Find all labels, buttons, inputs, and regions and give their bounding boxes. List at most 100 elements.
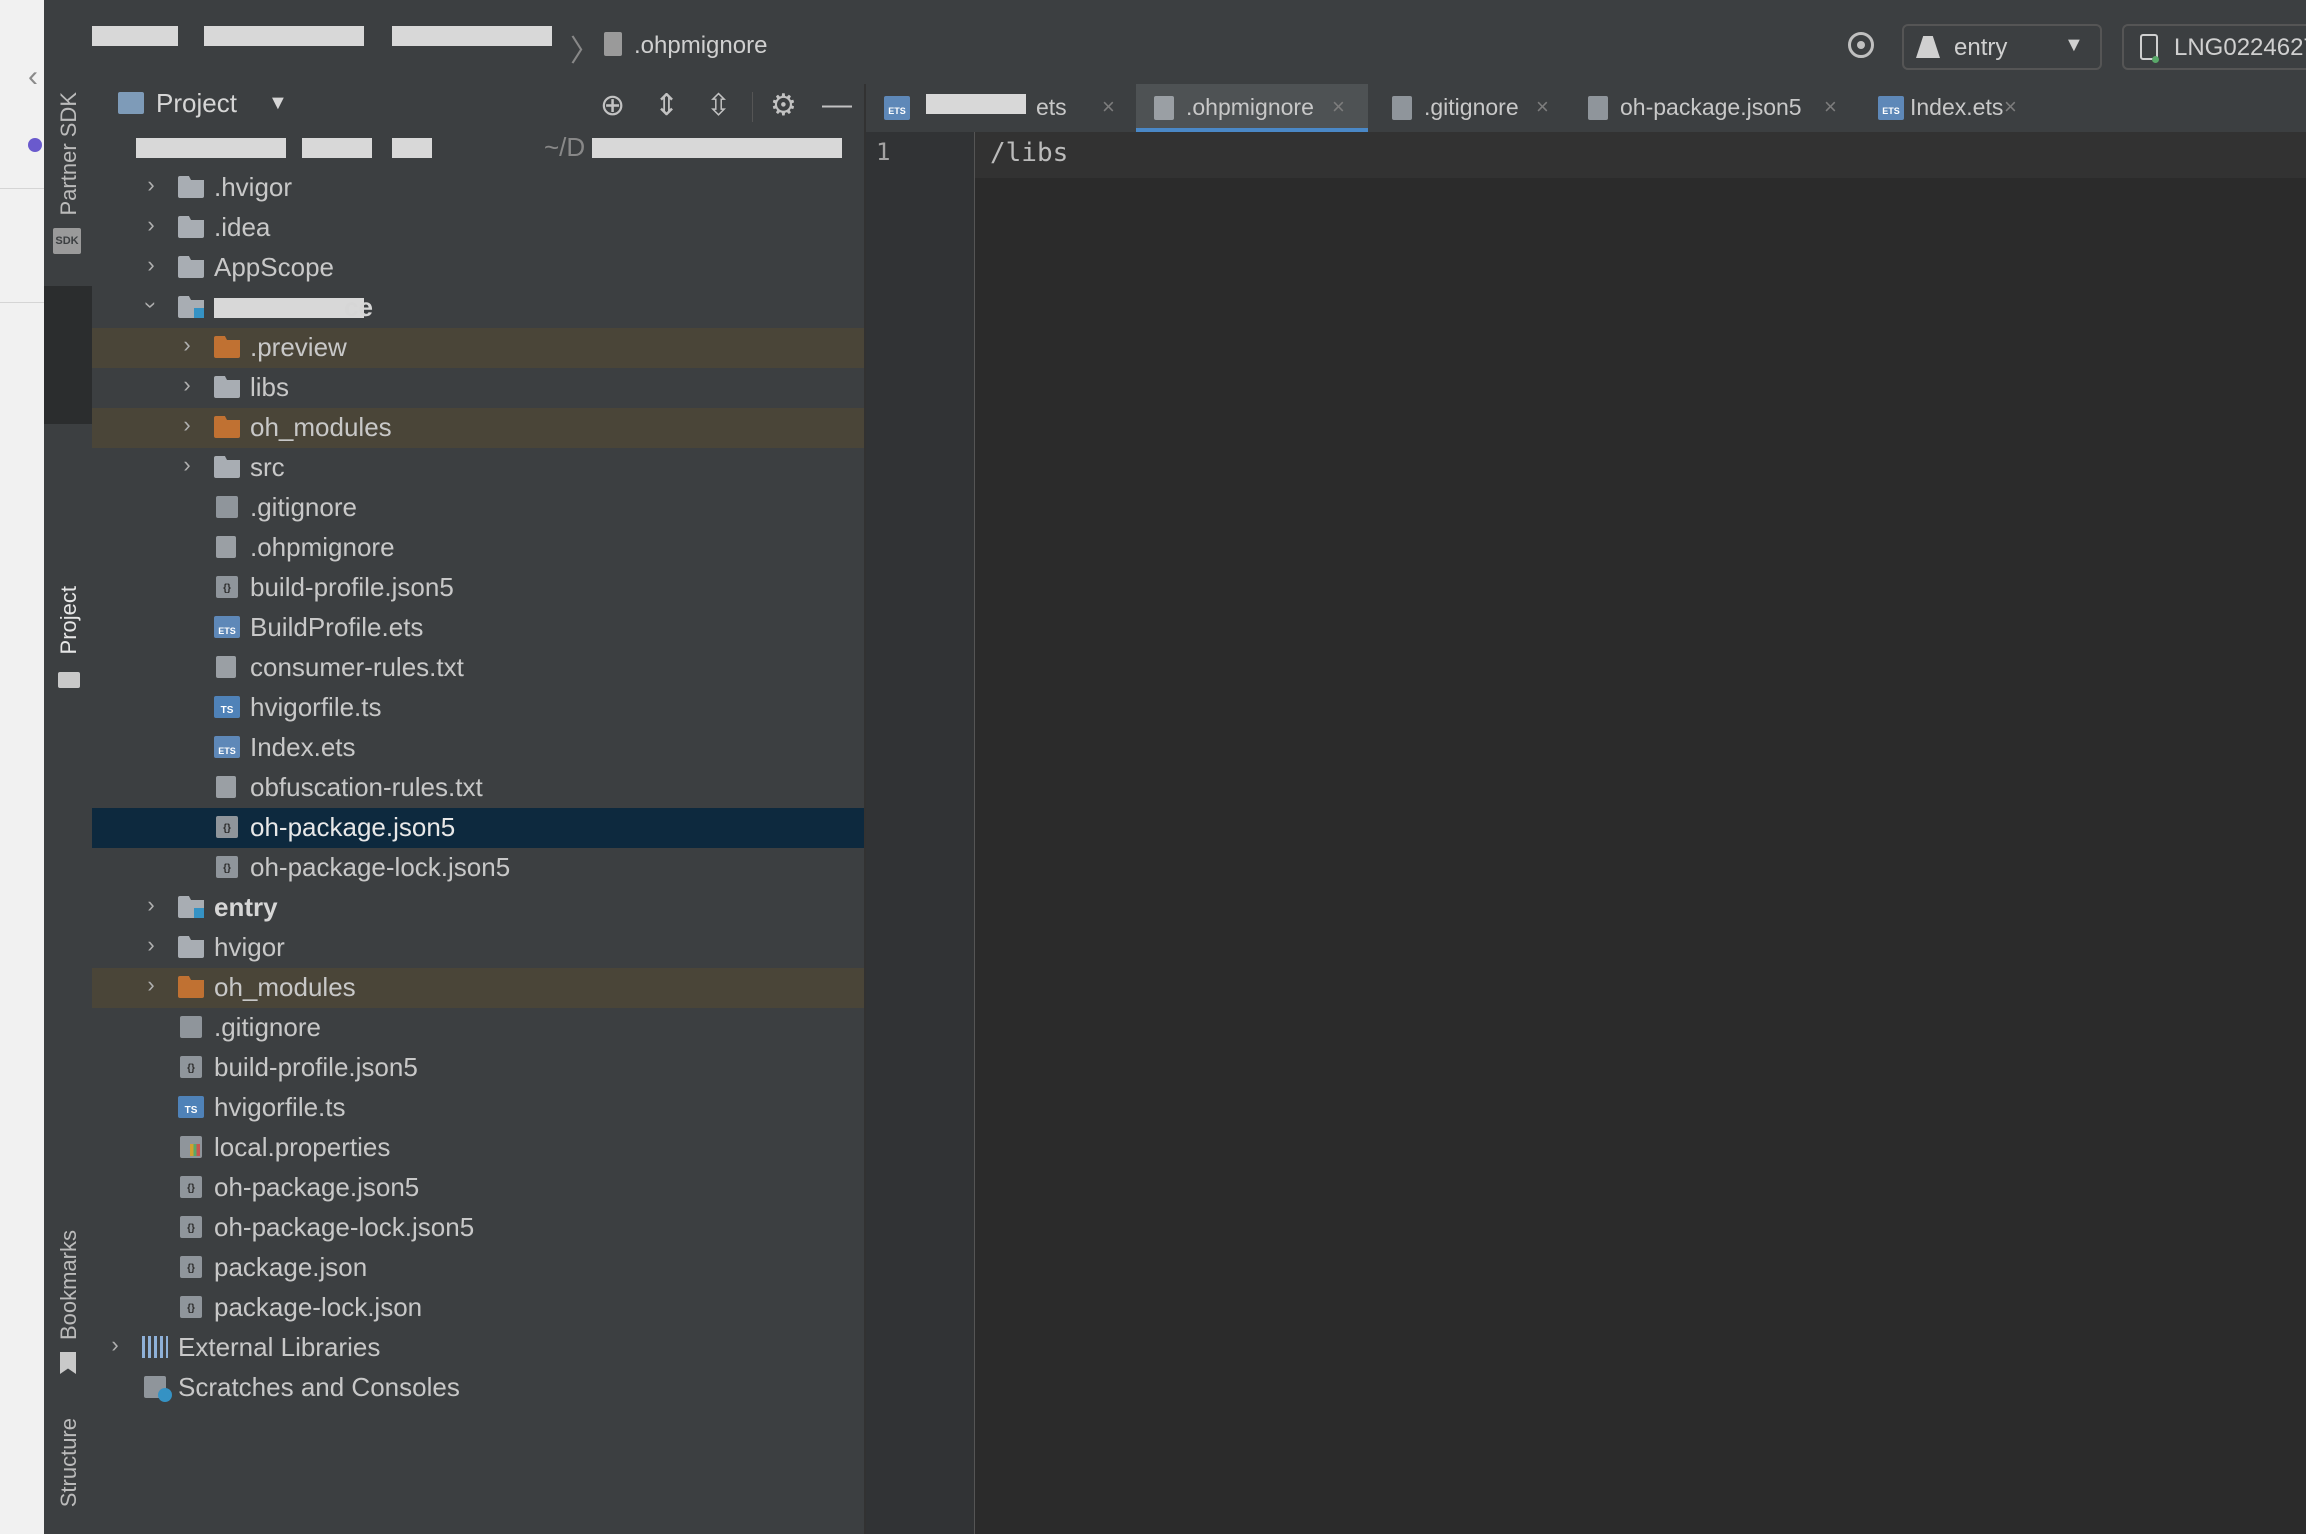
- structure-tool-button[interactable]: Structure: [56, 1418, 82, 1507]
- tree-item-entry[interactable]: › entry: [92, 888, 864, 928]
- tree-root-row[interactable]: ~/D: [92, 128, 864, 168]
- close-icon[interactable]: ×: [1536, 94, 1549, 120]
- tree-item-oh-package-lock-root[interactable]: {} oh-package-lock.json5: [92, 1208, 864, 1248]
- tab-label: .ohpmignore: [1186, 94, 1314, 120]
- tree-item-idea[interactable]: › .idea: [92, 208, 864, 248]
- breadcrumb-file[interactable]: .ohpmignore: [634, 32, 767, 60]
- close-icon[interactable]: ×: [1824, 94, 1837, 120]
- tree-item-preview[interactable]: › .preview: [92, 328, 864, 368]
- redacted-root-name: [302, 138, 372, 158]
- tab-gitignore[interactable]: .gitignore ×: [1374, 84, 1562, 132]
- tree-item-oh-package-root[interactable]: {} oh-package.json5: [92, 1168, 864, 1208]
- chevron-down-icon[interactable]: ›: [138, 296, 164, 314]
- chevron-right-icon[interactable]: ›: [142, 892, 160, 918]
- tree-item-hvigor[interactable]: › hvigor: [92, 928, 864, 968]
- tree-item-label: src: [250, 452, 285, 482]
- tree-item-gitignore[interactable]: .gitignore: [92, 488, 864, 528]
- tab-ohpmignore-active[interactable]: .ohpmignore ×: [1136, 84, 1368, 132]
- tree-item-hvigorfile[interactable]: TS hvigorfile.ts: [92, 688, 864, 728]
- panel-title[interactable]: Project: [156, 88, 237, 119]
- hide-icon[interactable]: —: [822, 88, 852, 122]
- bookmarks-tool-button[interactable]: Bookmarks: [56, 1230, 82, 1340]
- tree-item-label: entry: [214, 892, 278, 922]
- tab-ets-redacted[interactable]: ETS ets ×: [866, 84, 1128, 132]
- json-file-icon: {}: [180, 1176, 202, 1198]
- chevron-right-icon[interactable]: ›: [178, 412, 196, 438]
- tree-item-obfuscation-rules[interactable]: obfuscation-rules.txt: [92, 768, 864, 808]
- tree-item-oh-modules-root[interactable]: › oh_modules: [92, 968, 864, 1008]
- ets-file-icon: ETS: [214, 736, 240, 758]
- project-tool-tab[interactable]: Project: [44, 286, 92, 688]
- root-path-hint: ~/D: [544, 132, 586, 162]
- tree-item-ohpmignore[interactable]: .ohpmignore: [92, 528, 864, 568]
- partner-sdk-tool-button[interactable]: Partner SDK: [56, 92, 82, 216]
- chevron-right-icon[interactable]: ›: [142, 212, 160, 238]
- tree-item-local-properties[interactable]: local.properties: [92, 1128, 864, 1168]
- tree-item-label: hvigor: [214, 932, 285, 962]
- code-line[interactable]: /libs: [990, 138, 1068, 168]
- redacted-breadcrumb: [92, 26, 178, 46]
- tree-item-build-profile[interactable]: {} build-profile.json5: [92, 568, 864, 608]
- tree-item-hvigorfile-root[interactable]: TS hvigorfile.ts: [92, 1088, 864, 1128]
- chevron-right-icon[interactable]: ›: [178, 452, 196, 478]
- excluded-folder-icon: [214, 336, 240, 358]
- text-file-icon: [216, 656, 236, 678]
- tree-item-label: External Libraries: [178, 1332, 381, 1362]
- target-icon[interactable]: [1848, 32, 1874, 58]
- tree-item-label: package-lock.json: [214, 1292, 423, 1322]
- close-icon[interactable]: ×: [2004, 94, 2017, 120]
- device-selector[interactable]: LNG0224627005: [2122, 24, 2306, 70]
- chevron-right-icon[interactable]: ›: [142, 172, 160, 198]
- tree-item-package-lock[interactable]: {} package-lock.json: [92, 1288, 864, 1328]
- ts-file-icon: TS: [178, 1096, 204, 1118]
- chevron-down-icon[interactable]: ▼: [268, 92, 288, 115]
- tree-item-consumer-rules[interactable]: consumer-rules.txt: [92, 648, 864, 688]
- tree-item-label: oh-package.json5: [214, 1172, 420, 1202]
- run-configuration-dropdown[interactable]: entry ▼: [1902, 24, 2102, 70]
- tree-item-label: hvigorfile.ts: [214, 1092, 346, 1122]
- bookmark-icon[interactable]: [60, 1352, 76, 1374]
- tree-item-label: hvigorfile.ts: [250, 692, 382, 722]
- tree-item-oh-package-selected[interactable]: {} oh-package.json5: [92, 808, 864, 848]
- tree-item-libs[interactable]: › libs: [92, 368, 864, 408]
- tree-item-oh-modules[interactable]: › oh_modules: [92, 408, 864, 448]
- tree-item-buildprofile-ets[interactable]: ETS BuildProfile.ets: [92, 608, 864, 648]
- tree-item-label: ce: [344, 292, 373, 322]
- tree-item-module-expanded[interactable]: › ce: [92, 288, 864, 328]
- collapse-all-icon[interactable]: ⇳: [706, 88, 731, 123]
- tree-item-oh-package-lock[interactable]: {} oh-package-lock.json5: [92, 848, 864, 888]
- tree-item-external-libraries[interactable]: › External Libraries: [92, 1328, 864, 1368]
- tab-label: Index.ets: [1910, 94, 2004, 120]
- tree-item-label: .gitignore: [214, 1012, 321, 1042]
- tree-item-label: .gitignore: [250, 492, 357, 522]
- tree-item-label: oh-package.json5: [250, 812, 456, 842]
- tree-item-gitignore-root[interactable]: .gitignore: [92, 1008, 864, 1048]
- close-icon[interactable]: ×: [1332, 94, 1345, 120]
- scratches-icon: [144, 1376, 172, 1402]
- tab-index-ets[interactable]: ETS Index.ets ×: [1860, 84, 2040, 132]
- tree-item-build-profile-root[interactable]: {} build-profile.json5: [92, 1048, 864, 1088]
- redacted-root-path: [592, 138, 842, 158]
- redacted-breadcrumb: [392, 26, 552, 46]
- chevron-right-icon[interactable]: ›: [142, 972, 160, 998]
- tree-item-src[interactable]: › src: [92, 448, 864, 488]
- chevron-right-icon[interactable]: ›: [106, 1332, 124, 1358]
- close-icon[interactable]: ×: [1102, 94, 1115, 120]
- chevron-right-icon[interactable]: ›: [142, 932, 160, 958]
- chevron-right-icon[interactable]: ›: [142, 252, 160, 278]
- json-file-icon: {}: [180, 1256, 202, 1278]
- chevron-right-icon[interactable]: ›: [178, 372, 196, 398]
- tree-item-scratches[interactable]: Scratches and Consoles: [92, 1368, 864, 1408]
- tree-item-index-ets[interactable]: ETS Index.ets: [92, 728, 864, 768]
- tree-item-appscope[interactable]: › AppScope: [92, 248, 864, 288]
- expand-all-icon[interactable]: ⇕: [654, 88, 679, 123]
- sdk-icon[interactable]: SDK: [53, 228, 81, 254]
- folder-icon: [214, 376, 240, 398]
- tree-item-hvigor-dir[interactable]: › .hvigor: [92, 168, 864, 208]
- chevron-right-icon[interactable]: ›: [178, 332, 196, 358]
- code-editor[interactable]: 1 /libs: [866, 132, 2306, 1534]
- gear-icon[interactable]: ⚙: [770, 88, 797, 123]
- tab-oh-package[interactable]: oh-package.json5 ×: [1570, 84, 1854, 132]
- locate-icon[interactable]: ⊕: [600, 88, 625, 123]
- tree-item-package-json[interactable]: {} package.json: [92, 1248, 864, 1288]
